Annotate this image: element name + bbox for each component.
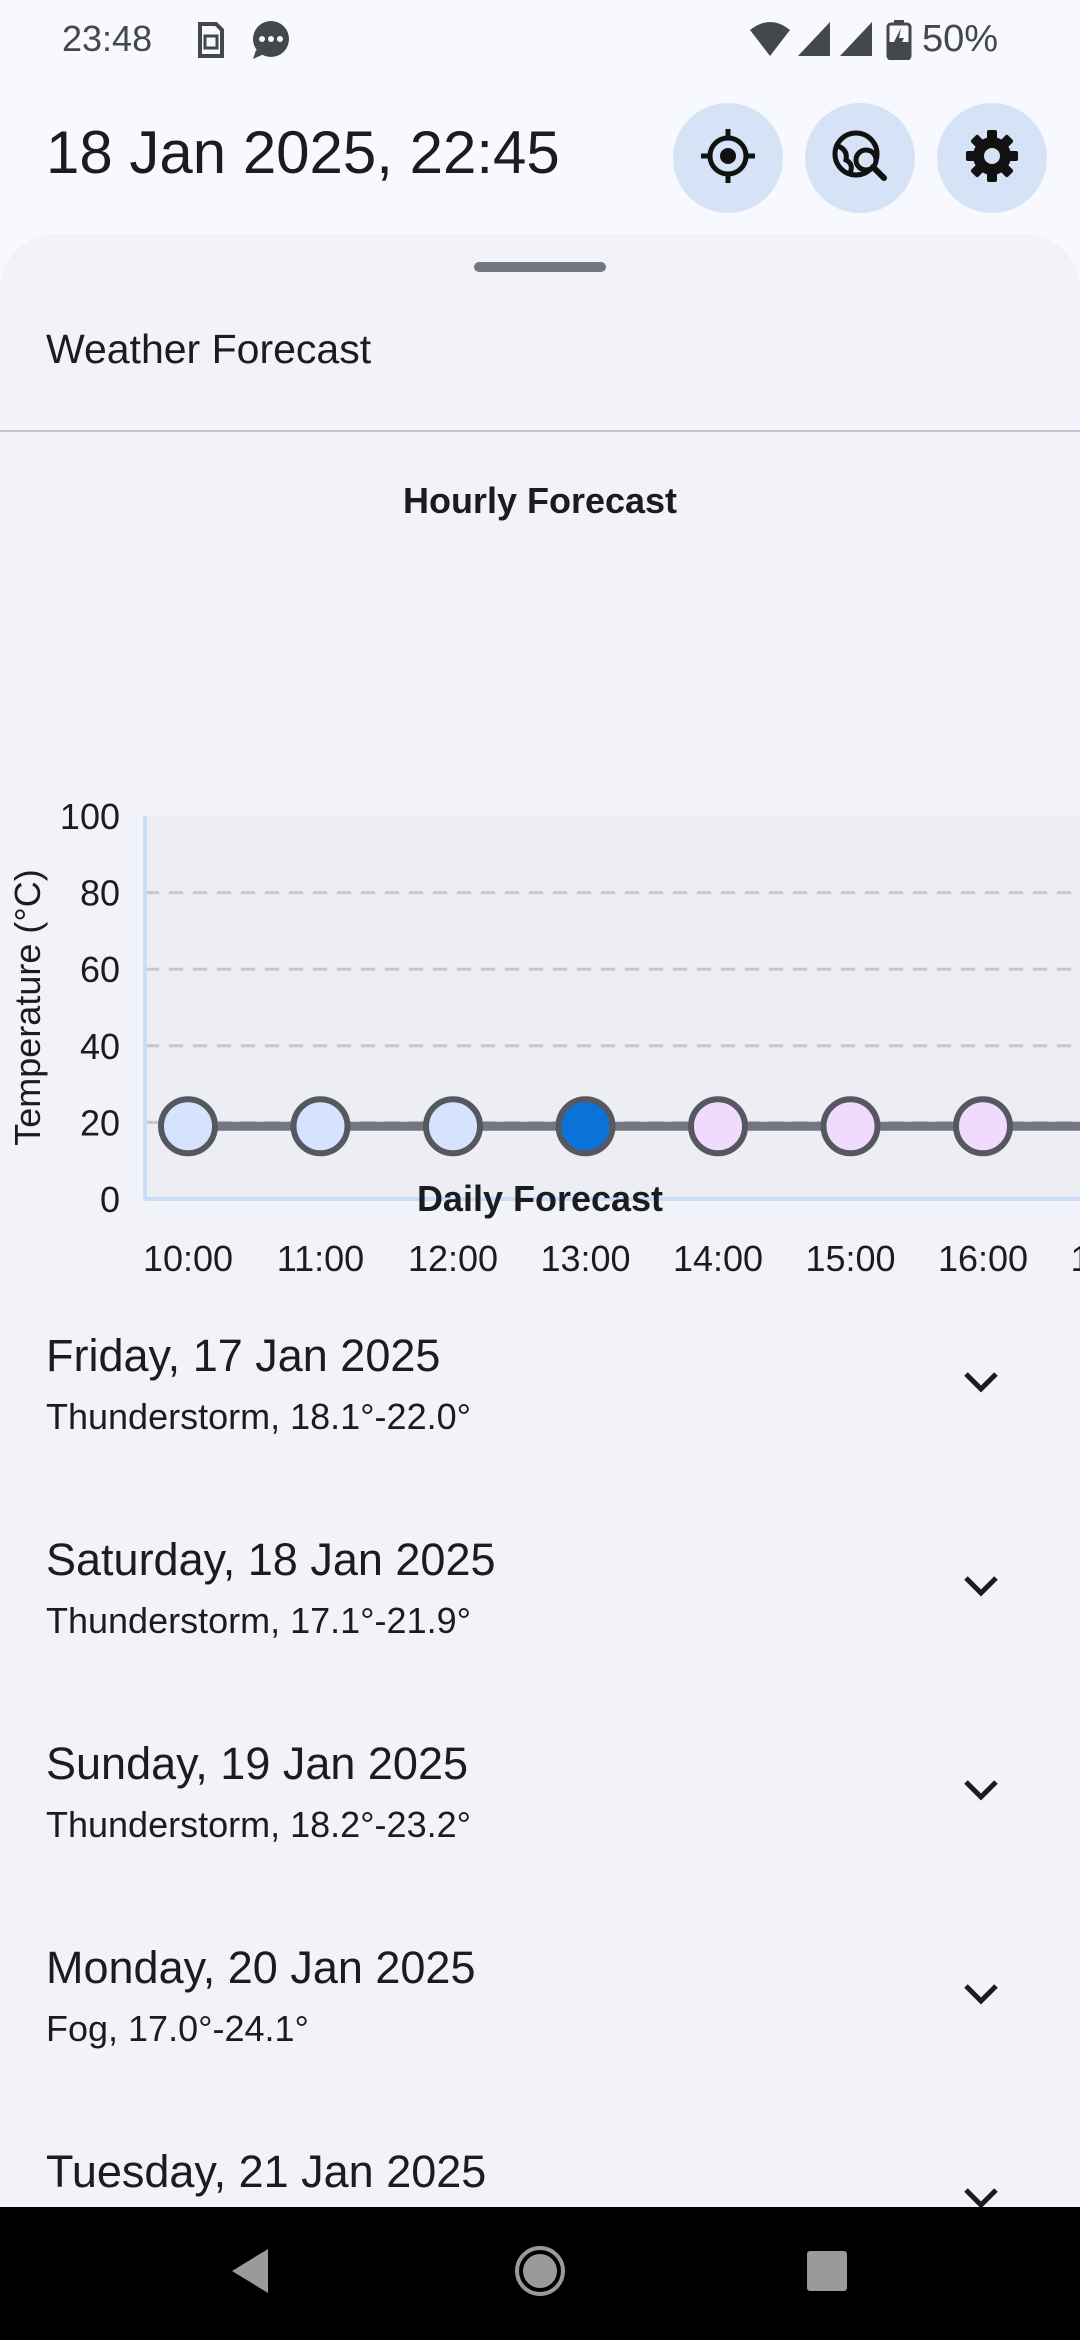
data-point[interactable] <box>555 1096 616 1157</box>
settings-button[interactable] <box>937 103 1047 213</box>
x-tick-label: 11:00 <box>277 1238 364 1279</box>
x-tick-label: 15:00 <box>805 1238 895 1279</box>
hourly-forecast-title: Hourly Forecast <box>402 480 678 521</box>
daily-forecast-item[interactable]: Tuesday, 21 Jan 2025Fog, 16.3°-25.0° <box>0 2120 1080 2207</box>
x-tick-label: 10:00 <box>143 1238 233 1279</box>
data-point[interactable] <box>688 1096 748 1157</box>
x-tick-label: 14:00 <box>673 1238 763 1279</box>
expand-chevron-icon[interactable] <box>962 2186 1000 2207</box>
y-axis-label: Temperature (°C) <box>7 869 48 1145</box>
x-tick-label: 13:00 <box>540 1238 630 1279</box>
day-summary: Fog, 17.0°-24.1° <box>46 2008 309 2049</box>
day-summary: Thunderstorm, 18.2°-23.2° <box>46 1804 472 1845</box>
battery-percent: 50% <box>922 18 999 60</box>
message-icon <box>250 20 292 65</box>
navigation-bar <box>0 2207 1080 2340</box>
plot-area <box>145 816 1080 1199</box>
data-point[interactable] <box>953 1096 1013 1157</box>
settings-icon <box>963 127 1021 190</box>
wifi-icon <box>748 20 792 63</box>
travel-explore-icon <box>830 126 890 191</box>
page-title: 18 Jan 2025, 22:45 <box>46 119 560 186</box>
expand-chevron-icon[interactable] <box>962 1370 1000 1401</box>
x-tick-label: 12:00 <box>408 1238 498 1279</box>
daily-forecast-item[interactable]: Saturday, 18 Jan 2025 Thunderstorm, 17.1°… <box>0 1508 1080 1712</box>
y-tick-label: 20 <box>80 1102 120 1143</box>
home-button[interactable] <box>465 2207 615 2340</box>
expand-chevron-icon[interactable] <box>962 1574 1000 1605</box>
recents-button[interactable] <box>752 2207 902 2340</box>
data-point[interactable] <box>820 1096 881 1157</box>
daily-forecast-title: Daily Forecast <box>416 1178 664 1219</box>
daily-forecast-item[interactable]: Sunday, 19 Jan 2025 Thunderstorm, 18.2°-2… <box>0 1712 1080 1916</box>
y-tick-label: 100 <box>60 796 120 837</box>
day-date: Monday, 20 Jan 2025 <box>46 1942 476 1993</box>
daily-forecast-item[interactable]: Monday, 20 Jan 2025 Fog, 17.0°-24.1° <box>0 1916 1080 2120</box>
signal-icon <box>796 20 832 63</box>
my-location-icon <box>699 127 757 190</box>
y-tick-label: 40 <box>80 1026 120 1067</box>
search-location-button[interactable] <box>805 103 915 213</box>
sheet-title: Weather Forecast <box>46 326 372 372</box>
day-date: Sunday, 19 Jan 2025 <box>46 1738 469 1789</box>
data-point[interactable] <box>158 1096 218 1157</box>
daily-forecast-item[interactable]: Friday, 17 Jan 2025 Thunderstorm, 18.1°-2… <box>0 1304 1080 1508</box>
status-bar: 23:48 50% <box>0 0 1080 80</box>
x-tick-label: 16:00 <box>938 1238 1028 1279</box>
divider <box>0 430 1080 432</box>
data-point[interactable] <box>423 1096 483 1157</box>
day-date: Friday, 17 Jan 2025 <box>46 1330 441 1381</box>
data-point[interactable] <box>290 1096 351 1157</box>
back-icon <box>228 2247 272 2300</box>
day-summary: Thunderstorm, 18.1°-22.0° <box>46 1396 472 1437</box>
my-location-button[interactable] <box>673 103 783 213</box>
back-button[interactable] <box>175 2207 325 2340</box>
home-icon <box>514 2245 566 2302</box>
day-date: Saturday, 18 Jan 2025 <box>46 1534 496 1585</box>
y-tick-label: 80 <box>80 873 120 914</box>
sim-icon <box>194 20 228 65</box>
signal-icon <box>838 20 874 63</box>
forecast-sheet[interactable]: Weather Forecast Hourly Forecast 0 20 40 60… <box>0 234 1080 2207</box>
battery-charging-icon <box>886 20 912 65</box>
recents-icon <box>806 2250 848 2297</box>
expand-chevron-icon[interactable] <box>962 1982 1000 2013</box>
y-tick-label: 60 <box>80 949 120 990</box>
day-summary: Thunderstorm, 17.1°-21.9° <box>46 1600 472 1641</box>
drag-handle[interactable] <box>474 262 606 272</box>
expand-chevron-icon[interactable] <box>962 1778 1000 1809</box>
status-time: 23:48 <box>62 18 153 59</box>
x-tick-label: 17:00 <box>1070 1238 1080 1279</box>
day-date: Tuesday, 21 Jan 2025 <box>46 2146 487 2197</box>
